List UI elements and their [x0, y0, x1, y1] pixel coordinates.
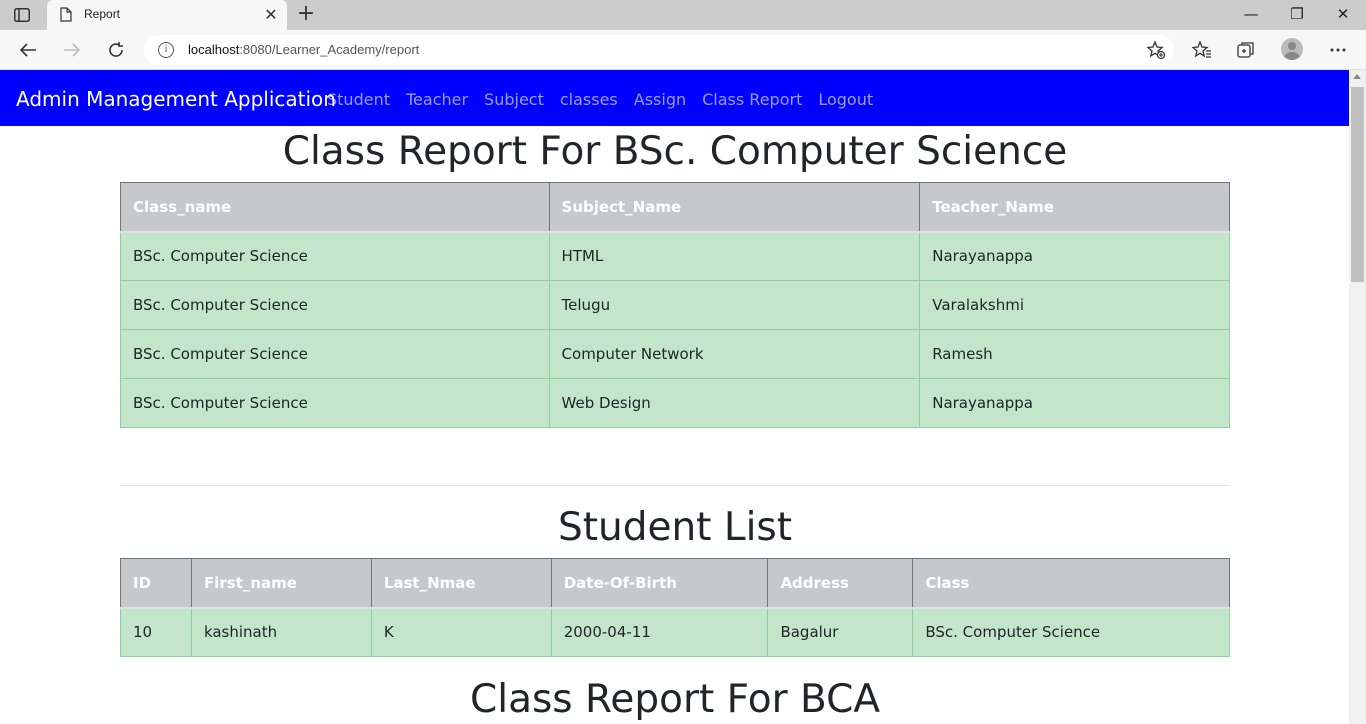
tab-actions-icon[interactable] [12, 6, 32, 24]
table-cell: Computer Network [548, 329, 921, 379]
table-cell: BSc. Computer Science [120, 329, 550, 379]
table-cell: HTML [548, 231, 921, 281]
collections-icon[interactable] [1234, 38, 1258, 62]
new-tab-icon[interactable]: + [296, 3, 316, 25]
page-scrollbar[interactable] [1349, 70, 1366, 724]
browser-toolbar: i localhost:8080/Learner_Academy/report [0, 30, 1366, 70]
table-cell: Narayanappa [919, 231, 1230, 281]
close-window-icon[interactable]: ✕ [1333, 4, 1353, 24]
class-report-table: Class_name Subject_Name Teacher_Name BSc… [120, 182, 1230, 428]
site-info-icon[interactable]: i [158, 42, 174, 58]
class-report-title: Class Report For BSc. Computer Science [282, 129, 1068, 174]
url-text: localhost:8080/Learner_Academy/report [188, 42, 420, 57]
table-cell: BSc. Computer Science [120, 231, 550, 281]
favorites-icon[interactable] [1190, 38, 1214, 62]
column-header: Address [767, 558, 914, 609]
refresh-icon[interactable] [104, 38, 128, 62]
table-cell: 10 [120, 607, 192, 657]
nav-link-student[interactable]: Student [327, 90, 390, 109]
table-cell: K [370, 607, 552, 657]
table-cell: BSc. Computer Science [120, 280, 550, 330]
table-cell: Varalakshmi [919, 280, 1230, 330]
navbar: Admin Management Application Student Tea… [0, 70, 1349, 126]
table-header-row: ID First_name Last_Nmae Date-Of-Birth Ad… [120, 558, 1230, 609]
column-header: First_name [190, 558, 372, 609]
column-header: Subject_Name [548, 182, 921, 233]
nav-link-logout[interactable]: Logout [818, 90, 873, 109]
table-cell: Telugu [548, 280, 921, 330]
nav-link-assign[interactable]: Assign [634, 90, 686, 109]
table-cell: Narayanappa [919, 378, 1230, 428]
nav-links: Student Teacher Subject classes Assign C… [327, 90, 873, 109]
forward-icon[interactable] [60, 38, 84, 62]
add-favorite-icon[interactable] [1146, 40, 1166, 60]
nav-link-teacher[interactable]: Teacher [406, 90, 468, 109]
table-header-row: Class_name Subject_Name Teacher_Name [120, 182, 1230, 233]
minimize-icon[interactable]: — [1241, 4, 1261, 24]
column-header: Last_Nmae [370, 558, 552, 609]
column-header: Date-Of-Birth [550, 558, 769, 609]
table-row: BSc. Computer Science Web Design Narayan… [120, 378, 1230, 428]
nav-link-class-report[interactable]: Class Report [702, 90, 802, 109]
tab-title: Report [84, 7, 121, 21]
more-icon[interactable] [1326, 38, 1350, 62]
column-header: ID [120, 558, 192, 609]
student-list-table: ID First_name Last_Nmae Date-Of-Birth Ad… [120, 558, 1230, 657]
table-cell: kashinath [190, 607, 372, 657]
column-header: Class_name [120, 182, 550, 233]
scrollbar-thumb[interactable] [1351, 87, 1364, 282]
page-viewport: Admin Management Application Student Tea… [0, 70, 1349, 724]
table-cell: Ramesh [919, 329, 1230, 379]
section-divider [120, 485, 1230, 486]
class-report-title-bca: Class Report For BCA [470, 677, 880, 722]
column-header: Teacher_Name [919, 182, 1230, 233]
profile-avatar[interactable] [1281, 38, 1303, 60]
navbar-brand[interactable]: Admin Management Application [16, 87, 336, 111]
main-content: Class Report For BSc. Computer Science C… [120, 126, 1230, 724]
restore-icon[interactable]: ❐ [1287, 4, 1307, 24]
address-bar[interactable]: i localhost:8080/Learner_Academy/report [144, 35, 1174, 65]
column-header: Class [912, 558, 1230, 609]
page-icon [60, 7, 74, 23]
table-row: BSc. Computer Science Telugu Varalakshmi [120, 280, 1230, 330]
browser-tab[interactable]: Report ✕ [47, 0, 287, 30]
table-cell: Web Design [548, 378, 921, 428]
table-row: BSc. Computer Science HTML Narayanappa [120, 231, 1230, 281]
browser-tab-bar: Report ✕ + — ❐ ✕ [0, 0, 1366, 30]
table-cell: BSc. Computer Science [120, 378, 550, 428]
nav-link-subject[interactable]: Subject [484, 90, 544, 109]
table-row: 10 kashinath K 2000-04-11 Bagalur BSc. C… [120, 607, 1230, 657]
table-cell: Bagalur [767, 607, 914, 657]
table-cell: BSc. Computer Science [912, 607, 1230, 657]
back-icon[interactable] [16, 38, 40, 62]
table-row: BSc. Computer Science Computer Network R… [120, 329, 1230, 379]
table-cell: 2000-04-11 [550, 607, 769, 657]
nav-link-classes[interactable]: classes [560, 90, 618, 109]
student-list-title: Student List [557, 505, 793, 550]
scroll-up-icon[interactable] [1353, 74, 1361, 79]
close-tab-icon[interactable]: ✕ [263, 7, 279, 23]
